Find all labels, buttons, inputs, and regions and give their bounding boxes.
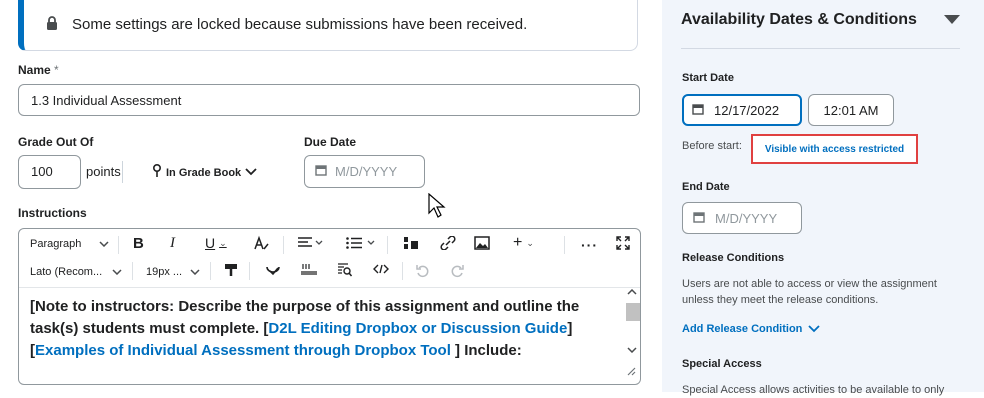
- fullscreen-icon[interactable]: [616, 236, 630, 250]
- add-release-condition-label: Add Release Condition: [682, 323, 803, 335]
- content-line: task(s) students must complete. [D2L Edi…: [30, 320, 573, 337]
- chevron-down-icon: [112, 269, 122, 275]
- instructions-editor[interactable]: Paragraph B I U ⌄ + ⌄ ··· Lato (Recom... 1…: [18, 228, 641, 385]
- start-date-label: Start Date: [682, 72, 734, 84]
- italic-icon[interactable]: I: [170, 235, 175, 252]
- end-date-placeholder: M/D/YYYY: [715, 210, 778, 226]
- font-family-dropdown[interactable]: Lato (Recom...: [30, 266, 122, 278]
- chevron-down-icon: [190, 269, 200, 275]
- calendar-icon: [315, 164, 327, 179]
- insert-plus-icon[interactable]: + ⌄: [513, 234, 534, 252]
- font-size-dropdown[interactable]: 19px ...: [146, 266, 200, 278]
- release-conditions-text: Users are not able to access or view the…: [682, 278, 937, 306]
- text-style-icon[interactable]: [253, 235, 269, 251]
- lock-icon: [46, 16, 58, 36]
- panel-title: Availability Dates & Conditions: [681, 11, 917, 28]
- toolbar-divider: [402, 262, 403, 280]
- toolbar-divider: [564, 236, 565, 254]
- font-family-label: Lato (Recom...: [30, 266, 103, 278]
- bold-icon[interactable]: B: [133, 235, 144, 252]
- resize-handle-icon[interactable]: [626, 363, 636, 381]
- content-line: [Examples of Individual Assessment throu…: [30, 342, 522, 359]
- word-count-icon[interactable]: [301, 263, 317, 275]
- toolbar-divider: [118, 236, 119, 254]
- special-access-label: Special Access: [682, 358, 762, 370]
- end-date-input[interactable]: M/D/YYYY: [682, 202, 802, 234]
- due-date-label: Due Date: [304, 135, 357, 149]
- toolbar-content-divider: [19, 287, 640, 288]
- undo-icon[interactable]: [416, 264, 430, 278]
- toolbar-divider: [210, 262, 211, 280]
- start-date-input[interactable]: 12/17/2022: [682, 94, 802, 126]
- chevron-down-icon: [99, 241, 109, 247]
- collapse-triangle-icon[interactable]: [944, 12, 960, 30]
- insert-stuff-icon[interactable]: [403, 236, 419, 250]
- underline-icon[interactable]: U ⌄: [205, 235, 227, 251]
- before-start-label: Before start:: [682, 140, 742, 152]
- pin-icon: [152, 163, 162, 181]
- editing-dropbox-guide-link[interactable]: D2L Editing Dropbox or Discussion Guide: [268, 320, 567, 337]
- grade-input[interactable]: 100: [18, 155, 81, 189]
- before-start-visibility-link[interactable]: Visible with access restricted: [751, 134, 918, 164]
- toolbar-divider: [283, 236, 284, 254]
- editor-scrollbar[interactable]: [624, 287, 640, 357]
- start-date-value: 12/17/2022: [714, 102, 780, 118]
- calendar-icon: [692, 103, 704, 118]
- toolbar-divider: [249, 262, 250, 280]
- paragraph-label: Paragraph: [30, 238, 82, 250]
- special-access-text: Special Access allows activities to be a…: [682, 384, 945, 396]
- link-icon[interactable]: [440, 236, 456, 250]
- calendar-icon: [693, 211, 705, 226]
- banner-text: Some settings are locked because submiss…: [72, 16, 528, 33]
- redo-icon[interactable]: [450, 264, 464, 278]
- content-line: [Note to instructors: Describe the purpo…: [30, 298, 580, 315]
- start-time-input[interactable]: 12:01 AM: [808, 94, 894, 126]
- toolbar-divider: [387, 236, 388, 254]
- locked-settings-banner: Some settings are locked because submiss…: [18, 0, 638, 51]
- panel-divider: [681, 48, 960, 49]
- more-options-icon[interactable]: ···: [581, 237, 598, 253]
- paragraph-format-dropdown[interactable]: Paragraph: [30, 238, 109, 250]
- points-label: points: [86, 164, 121, 179]
- toolbar-divider: [132, 262, 133, 280]
- source-code-icon[interactable]: [373, 264, 389, 274]
- format-painter-icon[interactable]: [224, 263, 238, 277]
- release-conditions-label: Release Conditions: [682, 252, 785, 264]
- grade-label: Grade Out Of: [18, 135, 94, 149]
- name-input[interactable]: 1.3 Individual Assessment: [18, 84, 640, 116]
- end-date-label: End Date: [682, 181, 730, 193]
- font-size-label: 19px ...: [146, 266, 183, 278]
- accessibility-check-icon[interactable]: [266, 263, 280, 277]
- due-date-input[interactable]: M/D/YYYY: [304, 155, 425, 188]
- add-release-condition-link[interactable]: Add Release Condition: [682, 323, 821, 335]
- due-date-placeholder: M/D/YYYY: [335, 164, 398, 179]
- grade-book-dropdown[interactable]: In Grade Book: [152, 163, 257, 181]
- image-icon[interactable]: [474, 236, 490, 250]
- chevron-down-icon: [245, 167, 257, 179]
- mouse-cursor-icon: [428, 192, 446, 224]
- chevron-down-icon: [808, 325, 821, 333]
- find-replace-icon[interactable]: [337, 263, 352, 277]
- name-label: Name *: [18, 63, 59, 77]
- instructions-content[interactable]: [Note to instructors: Describe the purpo…: [30, 296, 625, 362]
- divider: [122, 161, 123, 183]
- scrollbar-thumb[interactable]: [626, 303, 640, 321]
- scroll-down-icon[interactable]: [627, 347, 637, 353]
- grade-book-label: In Grade Book: [166, 166, 242, 179]
- scroll-up-icon[interactable]: [627, 289, 637, 295]
- instructions-label: Instructions: [18, 206, 87, 220]
- examples-link[interactable]: Examples of Individual Assessment throug…: [35, 342, 451, 359]
- list-icon[interactable]: [346, 237, 378, 249]
- align-icon[interactable]: [298, 237, 324, 249]
